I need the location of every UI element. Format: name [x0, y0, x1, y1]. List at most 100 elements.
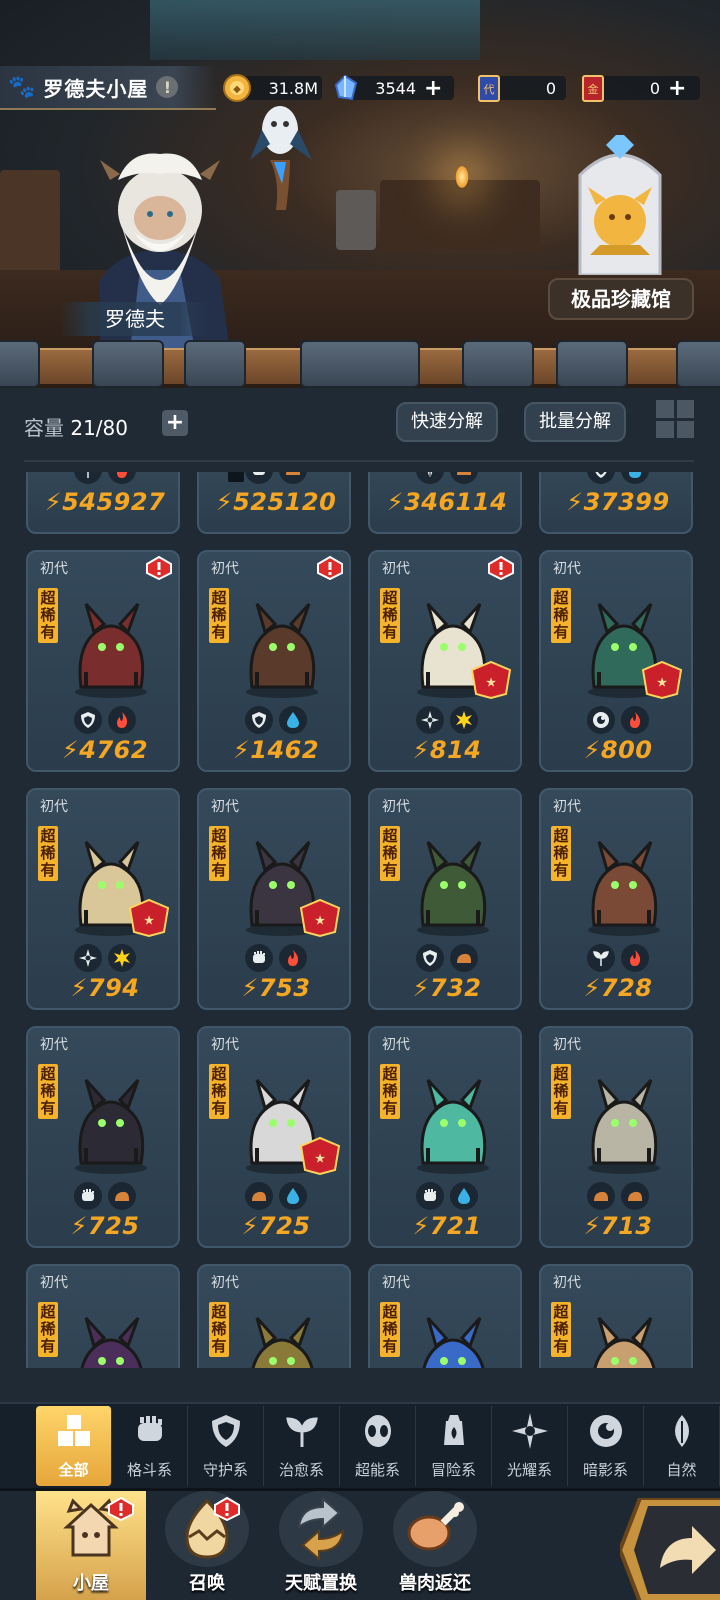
type-icons — [541, 706, 691, 734]
power-value: ⚡713 — [583, 1212, 653, 1240]
fight-type-icon — [74, 1182, 102, 1210]
beast-card[interactable]: 初代 超稀有 ⚡4762 — [26, 550, 180, 772]
add-crystal-button[interactable]: + — [424, 76, 442, 101]
beast-card[interactable]: 初代 超稀有 ★ ⚡814 — [368, 550, 522, 772]
rail-block — [556, 340, 628, 388]
beast-portrait — [569, 830, 679, 940]
beast-card[interactable]: 初代 超稀有 ⚡713 — [539, 1026, 693, 1248]
meat-icon — [393, 1491, 477, 1567]
type-icons — [370, 706, 520, 734]
rarity-tag: 超稀有 — [209, 588, 229, 643]
power-value: ⚡814 — [412, 736, 482, 764]
beast-card[interactable]: 初代 超稀有 ⚡728 — [539, 788, 693, 1010]
rarity-tag: 超稀有 — [209, 1064, 229, 1119]
rarity-tag: 超稀有 — [380, 1302, 400, 1357]
svg-text:★: ★ — [144, 915, 154, 927]
power-value: ⚡4762 — [61, 736, 149, 764]
add-gold-ticket-button[interactable]: + — [668, 76, 686, 101]
beast-card[interactable]: ⚡37399 — [539, 472, 693, 534]
power-value: ⚡725 — [70, 1212, 140, 1240]
type-icons — [199, 1182, 349, 1210]
fire-type-icon — [108, 706, 136, 734]
rarity-tag: 超稀有 — [38, 826, 58, 881]
category-tab[interactable]: 自然 — [644, 1406, 720, 1486]
category-label: 超能系 — [354, 1461, 400, 1479]
rail-block — [184, 340, 246, 388]
beast-card[interactable]: 初代 超稀有 ⚡1462 — [197, 550, 351, 772]
category-tab[interactable]: 暗影系 — [568, 1406, 644, 1486]
beast-card[interactable]: 初代 超稀有 ★ ⚡725 — [197, 1026, 351, 1248]
equipped-badge-icon: ★ — [297, 898, 343, 938]
guard-type-icon — [416, 944, 444, 972]
museum-button[interactable]: 极品珍藏馆 — [548, 278, 694, 320]
rarity-tag: 超稀有 — [551, 826, 571, 881]
fist-icon — [130, 1411, 170, 1459]
beast-card[interactable]: ⚡525120 — [197, 472, 351, 534]
beast-card[interactable]: ⚡545927 — [26, 472, 180, 534]
expand-capacity-button[interactable]: + — [162, 410, 188, 436]
nav-item[interactable]: 召唤 — [152, 1491, 262, 1600]
category-tab[interactable]: 光耀系 — [492, 1406, 568, 1486]
go-arrow-button[interactable] — [620, 1498, 720, 1600]
beast-card[interactable]: 初代 超稀有 — [26, 1264, 180, 1368]
beast-card[interactable]: ⚡346114 — [368, 472, 522, 534]
inventory-panel: 容量 21/80 + 快速分解 批量分解 ⚡545927 ⚡525120 ⚡3461… — [0, 388, 720, 1402]
collection-shrine[interactable] — [560, 135, 680, 275]
beast-card[interactable]: 初代 超稀有 — [197, 1264, 351, 1368]
category-label: 格斗系 — [126, 1461, 172, 1479]
type-icons — [541, 1182, 691, 1210]
beast-portrait — [56, 1068, 166, 1178]
psychic-icon — [358, 1411, 398, 1459]
rail-block — [92, 340, 164, 388]
beast-card[interactable]: 初代 超稀有 ⚡721 — [368, 1026, 522, 1248]
sprout-icon — [282, 1411, 322, 1459]
rarity-tag: 超稀有 — [551, 1302, 571, 1357]
beast-card[interactable]: 初代 超稀有 ★ ⚡753 — [197, 788, 351, 1010]
beast-card[interactable]: 初代 超稀有 ⚡732 — [368, 788, 522, 1010]
category-tab[interactable]: 超能系 — [340, 1406, 416, 1486]
type-icons — [541, 944, 691, 972]
beast-card[interactable]: 初代 超稀有 — [539, 1264, 693, 1368]
category-tab[interactable]: 全部 — [36, 1406, 112, 1486]
beast-card[interactable]: 初代 超稀有 ★ ⚡800 — [539, 550, 693, 772]
nav-item[interactable]: 天赋置换 — [266, 1491, 376, 1600]
beast-portrait — [569, 1306, 679, 1368]
info-button[interactable]: ! — [156, 76, 179, 98]
generation-label: 初代 — [382, 1037, 410, 1053]
rail-block — [0, 340, 40, 388]
generation-label: 初代 — [553, 1275, 581, 1291]
nav-item[interactable]: 兽肉返还 — [380, 1491, 490, 1600]
alert-icon — [146, 555, 172, 581]
power-value: ⚡37399 — [566, 488, 670, 516]
batch-decompose-button[interactable]: 批量分解 — [524, 402, 626, 442]
leaf-icon — [662, 1411, 702, 1459]
power-value: ⚡800 — [583, 736, 653, 764]
beast-card[interactable]: 初代 超稀有 ⚡725 — [26, 1026, 180, 1248]
rarity-tag: 超稀有 — [380, 1064, 400, 1119]
category-tab[interactable]: 治愈系 — [264, 1406, 340, 1486]
svg-text:★: ★ — [657, 677, 667, 689]
nav-item[interactable]: 小屋 — [36, 1491, 146, 1600]
generation-label: 初代 — [553, 561, 581, 577]
generation-label: 初代 — [382, 561, 410, 577]
beast-card[interactable]: 初代 超稀有 ★ ⚡794 — [26, 788, 180, 1010]
dark-type-icon — [587, 706, 615, 734]
generation-label: 初代 — [553, 799, 581, 815]
category-label: 守护系 — [202, 1461, 248, 1479]
star-type-icon — [450, 706, 478, 734]
rail-block — [676, 340, 720, 388]
rarity-tag: 超稀有 — [209, 1302, 229, 1357]
power-value: ⚡1462 — [232, 736, 320, 764]
crystal-value: 3544 — [375, 78, 416, 98]
category-tab[interactable]: 冒险系 — [416, 1406, 492, 1486]
category-label: 全部 — [58, 1461, 89, 1479]
svg-text:★: ★ — [486, 677, 496, 689]
grid-view-icon[interactable] — [656, 400, 694, 438]
nav-label: 召唤 — [189, 1573, 225, 1594]
beast-card[interactable]: 初代 超稀有 — [368, 1264, 522, 1368]
category-tab[interactable]: 格斗系 — [112, 1406, 188, 1486]
quick-decompose-button[interactable]: 快速分解 — [396, 402, 498, 442]
beast-grid-scroll[interactable]: ⚡545927 ⚡525120 ⚡346114 ⚡37399 初代 超稀有 ⚡4762 初代超… — [0, 472, 720, 1368]
category-tab[interactable]: 守护系 — [188, 1406, 264, 1486]
scene-window — [150, 0, 480, 60]
